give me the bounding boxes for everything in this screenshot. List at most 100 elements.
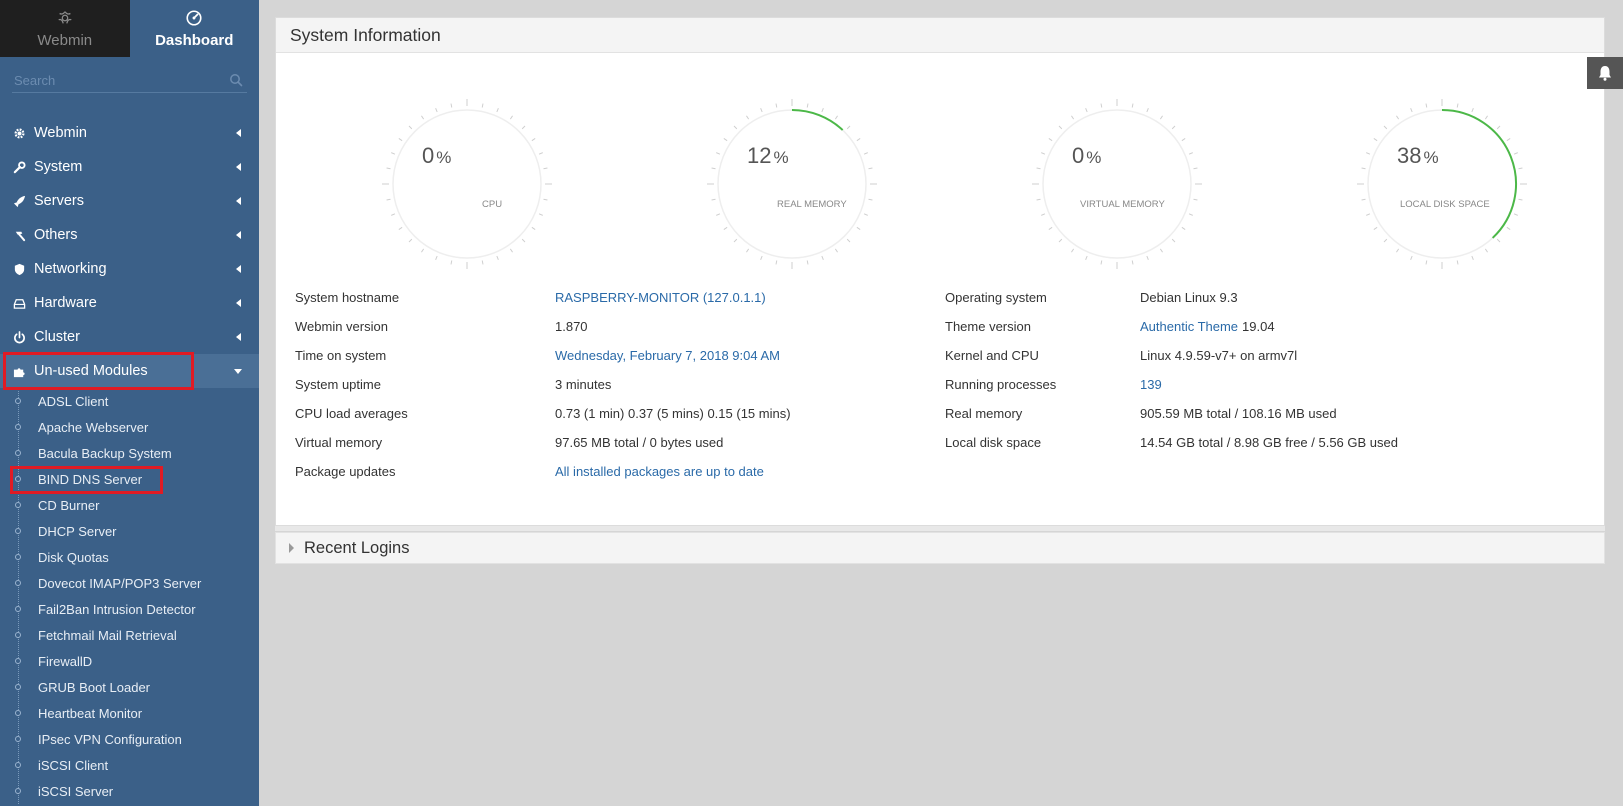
submenu-item-fetchmail[interactable]: Fetchmail Mail Retrieval [0,622,259,648]
gauge-tick [1383,125,1388,130]
gauge-tick [1366,152,1371,155]
sidebar-item-label: System [34,159,83,175]
submenu-item-apache-webserver[interactable]: Apache Webserver [0,414,259,440]
sidebar-topbar: Webmin Dashboard [0,0,259,57]
sidebar-item-networking[interactable]: Networking [0,252,259,286]
submenu-item-label: iSCSI Server [38,783,114,799]
webmin-logo-icon [58,10,72,24]
gauge-tick [1471,255,1474,260]
submenu-item-dhcp-server[interactable]: DHCP Server [0,518,259,544]
processes-link[interactable]: 139 [1140,377,1162,392]
submenu-item-cd-burner[interactable]: CD Burner [0,492,259,518]
theme-link[interactable]: Authentic Theme [1140,319,1238,334]
gauge-tick [408,238,413,243]
submenu-item-adsl-client[interactable]: ADSL Client [0,388,259,414]
app-root: Webmin Dashboard Search Webmin System Se… [0,0,1623,806]
info-row-os: Operating system Debian Linux 9.3 [945,283,1398,312]
sidebar-search [12,69,247,93]
submenu-item-label: BIND DNS Server [38,471,143,487]
gauge-tick [1071,248,1075,253]
recent-logins-toggle[interactable]: Recent Logins [275,532,1605,564]
gauge-dial [1032,99,1202,269]
submenu-item-fail2ban[interactable]: Fail2Ban Intrusion Detector [0,596,259,622]
bullet-icon [15,476,21,482]
submenu-item-firewalld[interactable]: FirewallD [0,648,259,674]
submenu-item-bind-dns-server[interactable]: BIND DNS Server [0,466,259,492]
gauge-tick [821,108,824,113]
notifications-button[interactable] [1587,57,1623,89]
gauge-tick [1383,238,1388,243]
gauge-track [717,109,867,259]
gauge-tick [868,198,873,201]
info-value: 905.59 MB total / 108.16 MB used [1140,406,1337,421]
submenu-item-label: Fetchmail Mail Retrieval [38,627,177,643]
sidebar-item-cluster[interactable]: Cluster [0,320,259,354]
gauge-tick [1410,255,1413,260]
sidebar-item-system[interactable]: System [0,150,259,184]
submenu-item-disk-quotas[interactable]: Disk Quotas [0,544,259,570]
submenu-item-heartbeat[interactable]: Heartbeat Monitor [0,700,259,726]
power-icon [13,330,26,344]
info-value: 14.54 GB total / 8.98 GB free / 5.56 GB … [1140,435,1398,450]
gauge-tick [538,152,543,155]
sidebar-item-webmin[interactable]: Webmin [0,116,259,150]
bullet-icon [15,424,21,430]
info-label: System uptime [295,377,381,392]
hammer-icon [13,229,26,242]
sidebar-item-hardware[interactable]: Hardware [0,286,259,320]
gauge-tick [1071,115,1075,120]
gauge-tick [531,226,536,230]
gauge-tick [509,115,513,120]
info-label: Real memory [945,406,1023,421]
gauge-tick [509,248,513,253]
gauge-tick [806,103,809,108]
sidebar-item-unused-modules[interactable]: Un-used Modules [0,354,259,388]
wrench-icon [13,160,26,174]
submenu-item-dovecot[interactable]: Dovecot IMAP/POP3 Server [0,570,259,596]
gauge-tick [1181,138,1186,142]
submenu-item-grub[interactable]: GRUB Boot Loader [0,674,259,700]
gauge-tick [421,248,425,253]
gauge-value: 0% [1072,143,1102,168]
search-input[interactable] [12,69,247,91]
gauge-tick [775,103,778,108]
gauge-tick [1518,167,1523,170]
search-icon[interactable] [229,73,243,87]
submenu-item-bacula-backup[interactable]: Bacula Backup System [0,440,259,466]
gauge-tick [1484,115,1488,120]
submenu-item-label: CD Burner [38,497,100,513]
gauge-track [392,109,542,259]
tab-webmin[interactable]: Webmin [0,0,130,57]
gauge-tick [1496,238,1501,243]
gauge-tick [1036,167,1041,170]
chevron-left-icon [236,163,241,171]
info-row-processes: Running processes 139 [945,370,1398,399]
hostname-link[interactable]: RASPBERRY-MONITOR (127.0.1.1) [555,290,766,305]
gauge-tick [421,115,425,120]
gauge-tick [386,167,391,170]
gauge-tick [1518,198,1523,201]
package-updates-link[interactable]: All installed packages are up to date [555,464,764,479]
gauge-tick [391,152,396,155]
submenu-item-label: DHCP Server [38,523,117,539]
rocket-icon [13,195,26,208]
time-link[interactable]: Wednesday, February 7, 2018 9:04 AM [555,348,780,363]
gauge-tick [1100,260,1103,265]
tab-dashboard[interactable]: Dashboard [129,0,259,57]
gauge-tick [450,260,453,265]
info-label: System hostname [295,290,400,305]
gauge-tick [1048,226,1053,230]
gauge-tick [1131,260,1134,265]
gauge-tick [1425,103,1428,108]
submenu-item-iscsi-server[interactable]: iSCSI Server [0,778,259,804]
gauge-tick [1193,198,1198,201]
info-value: 3 minutes [555,377,612,392]
drive-icon [13,297,26,310]
submenu-item-ipsec-vpn[interactable]: IPsec VPN Configuration [0,726,259,752]
gauge-tick [1471,108,1474,113]
submenu-item-iscsi-client[interactable]: iSCSI Client [0,752,259,778]
sidebar-item-others[interactable]: Others [0,218,259,252]
puzzle-icon [13,365,26,378]
sidebar-item-servers[interactable]: Servers [0,184,259,218]
gauge-tick [1131,103,1134,108]
